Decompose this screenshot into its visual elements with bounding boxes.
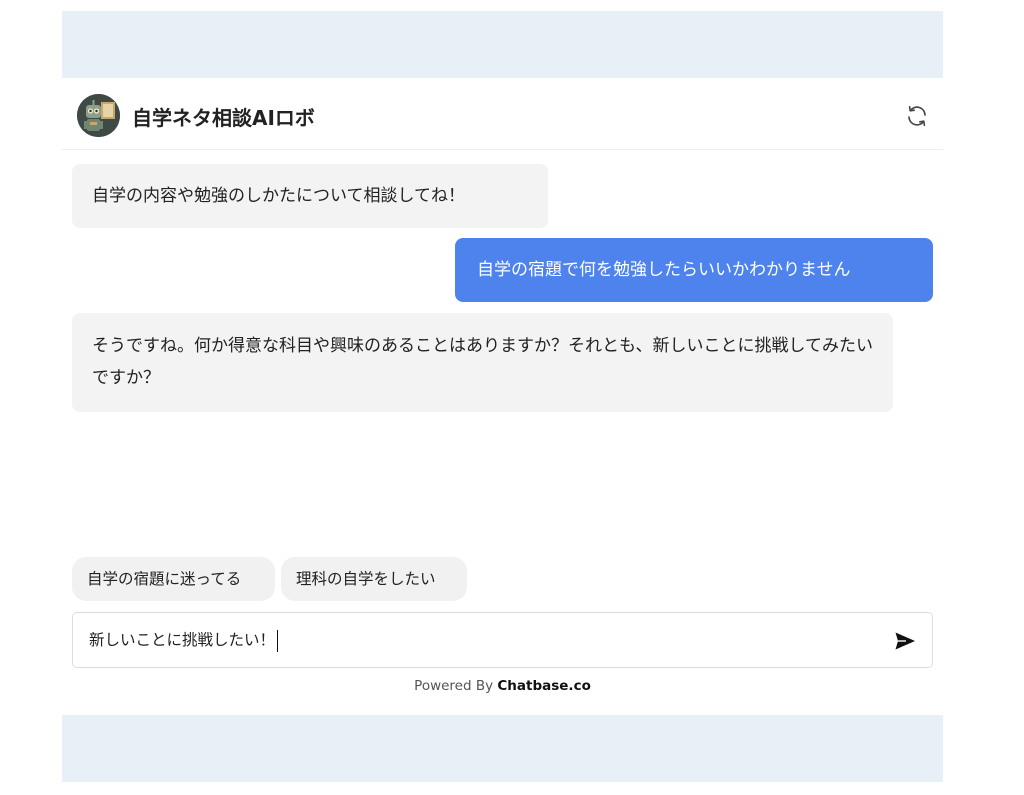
- bot-message: 自学の内容や勉強のしかたについて相談してね！: [72, 164, 548, 228]
- brand-link[interactable]: Chatbase.co: [497, 678, 590, 694]
- chat-title: 自学ネタ相談AIロボ: [132, 106, 315, 130]
- refresh-icon[interactable]: [905, 104, 929, 128]
- powered-by: Powered By Chatbase.co: [62, 678, 943, 694]
- top-band: [62, 11, 943, 78]
- user-message: 自学の宿題で何を勉強したらいいかわかりません: [455, 238, 933, 302]
- robot-icon: [77, 94, 120, 137]
- chat-widget: 自学ネタ相談AIロボ 自学の内容や勉強のしかたについて相談してね！ 自学の宿題で…: [62, 11, 943, 782]
- suggestion-chip[interactable]: 理科の自学をしたい: [281, 557, 467, 601]
- powered-by-prefix: Powered By: [414, 678, 498, 694]
- send-icon[interactable]: [893, 629, 917, 653]
- message-input-text: 新しいことに挑戦したい！: [89, 631, 276, 649]
- chat-header: 自学ネタ相談AIロボ: [62, 78, 943, 150]
- message-input-box[interactable]: 新しいことに挑戦したい！: [72, 612, 933, 668]
- suggestion-chip[interactable]: 自学の宿題に迷ってる: [72, 557, 275, 601]
- bot-message: そうですね。何か得意な科目や興味のあることはありますか？それとも、新しいことに挑…: [72, 313, 893, 412]
- text-caret: [277, 629, 279, 652]
- message-input[interactable]: 新しいことに挑戦したい！: [89, 613, 279, 667]
- bottom-band: [62, 715, 943, 782]
